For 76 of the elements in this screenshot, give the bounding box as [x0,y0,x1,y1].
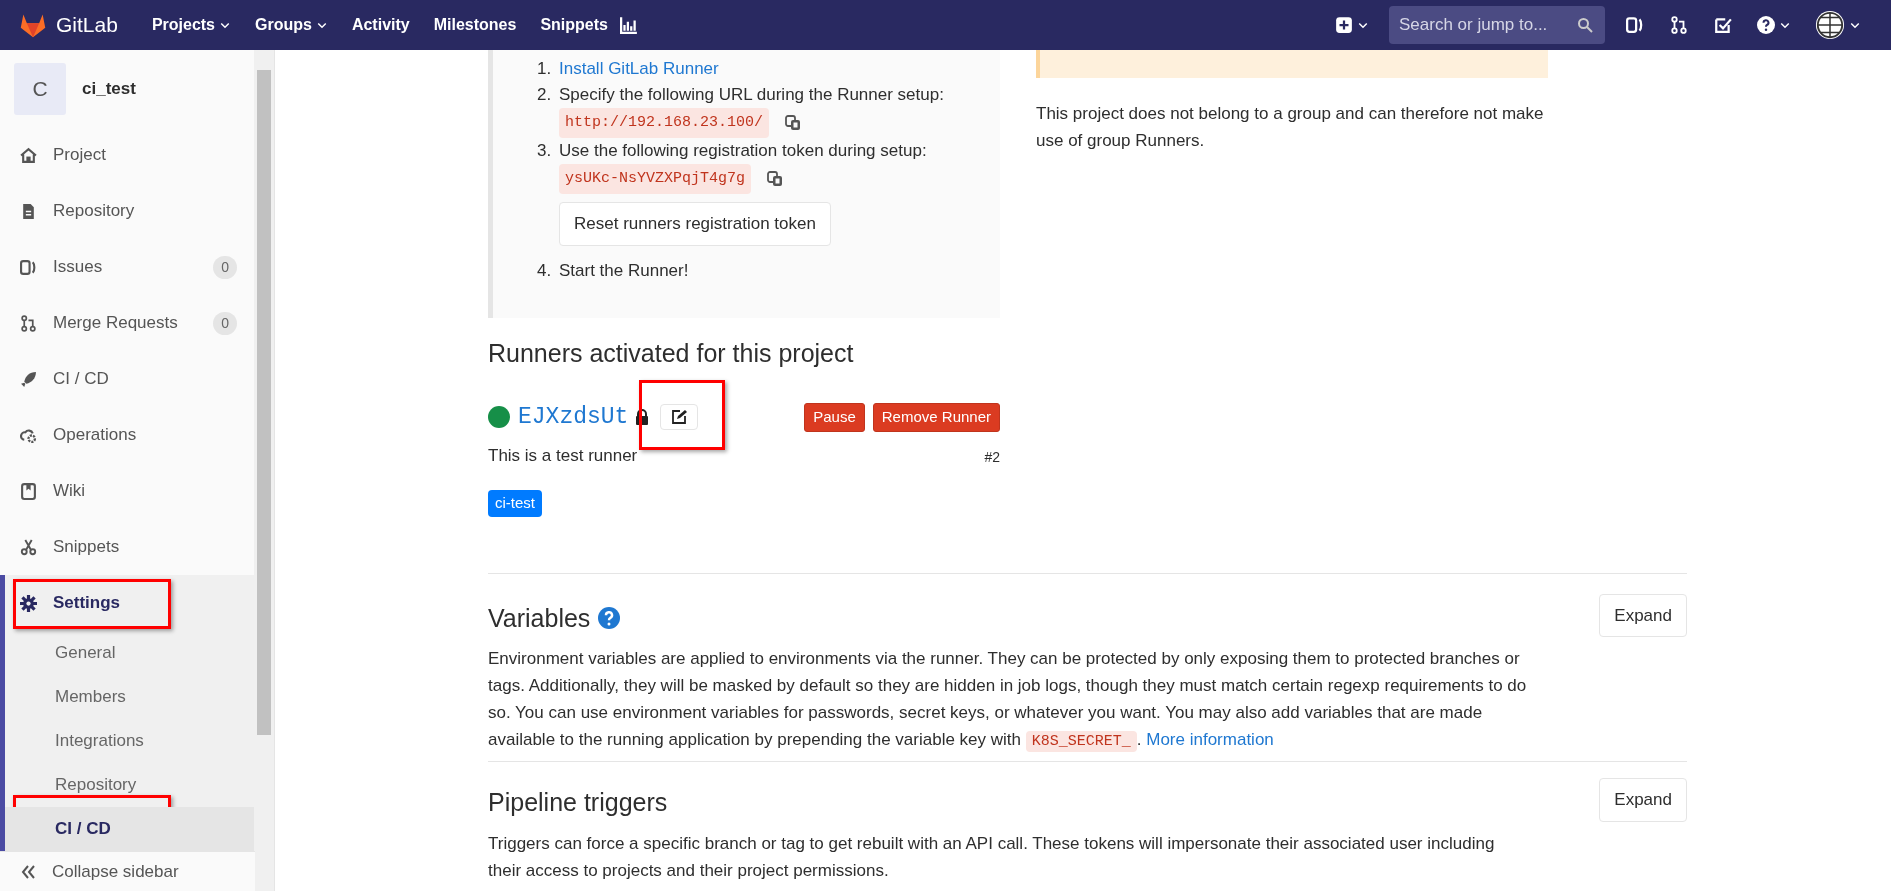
collapse-sidebar-button[interactable]: Collapse sidebar [0,851,255,891]
runner-name-link[interactable]: EJXzdsUt [518,400,629,435]
nav-link[interactable]: Snippets [528,13,620,37]
search-icon [1577,17,1593,33]
chart-icon[interactable] [619,16,638,34]
avatar-icon [1815,10,1845,40]
code-snippet: http://192.168.23.100/ [559,108,770,138]
rocket-icon [20,370,37,388]
copy-icon[interactable] [767,171,784,187]
code-snippet: ysUKc-NsYVZXPqjT4g7g [559,164,752,194]
step-text: Specify the following URL during the Runner setup: [559,85,944,104]
home-icon [20,146,37,164]
issues-icon[interactable] [1626,16,1644,34]
brand-name: GitLab [56,12,118,39]
sidebar-item[interactable]: Operations [0,407,255,463]
expand-button[interactable]: Expand [1599,593,1687,637]
section-heading: Pipeline triggers [488,787,668,818]
project-avatar: C [14,62,66,115]
scrollbar[interactable] [254,50,274,891]
count-badge: 0 [213,255,237,279]
issues-icon [20,258,37,276]
sidebar-subitem[interactable]: Integrations [5,719,255,763]
plus-square-icon [1335,16,1353,34]
search-field[interactable]: Search or jump to... [1389,6,1605,44]
sidebar-item[interactable]: Settings [5,575,255,631]
gear-icon [20,594,37,612]
step-number: 1. [537,58,553,80]
runner-action-button[interactable]: Pause [804,403,865,432]
double-chevron-icon [20,863,36,880]
section-description: Environment variables are applied to environments via the runner. They can be protected by only exposing them to protected branches or tags. Additionally, they will be masked by default so they are hidden in job logs, though they must match certain regexp requirements to do so. You can use environment variables for passwords, secret keys, or whatever you want. You may also add variables that are made available to the running application by prepending the variable key with K8S_SECRET_ . More information [488,648,1528,754]
section-description: Triggers can force a specific branch or tag to get rebuilt with an API call. These tokens will impersonate their associated user including their access to projects and their project permissions. [488,832,1496,882]
edit-icon [671,409,688,426]
edit-button[interactable] [660,404,699,431]
sidebar-item[interactable]: Wiki [0,463,255,519]
sidebar-subitem[interactable]: Repository [5,763,255,807]
section-heading: Runners activated for this project [488,338,855,368]
runner-action-button[interactable]: Remove Runner [872,403,1000,432]
section-heading: Variables [488,602,591,634]
runner-tag: ci-test [488,490,542,517]
brand-link[interactable]: GitLab [18,9,118,41]
expand-button[interactable]: Expand [1599,778,1687,822]
sidebar-item[interactable]: Issues 0 [0,239,255,295]
step-number: 3. [537,140,553,162]
step-text: Use the following registration token during setup: [559,141,927,160]
nav-link[interactable]: Projects [139,13,243,37]
merge-request-icon[interactable] [1670,16,1688,34]
runner-number: #2 [984,448,1000,467]
help-icon [1757,16,1775,34]
nav-link[interactable]: Groups [243,13,340,37]
sidebar-subitem[interactable]: General [5,631,255,675]
sidebar-subitem[interactable]: CI / CD [5,807,255,851]
nav-link[interactable]: Milestones [421,13,529,37]
step-number: 4. [537,260,553,282]
more-information-link[interactable]: More information [1146,730,1274,749]
sidebar-subitem[interactable]: Members [5,675,255,719]
reset-token-button[interactable]: Reset runners registration token [559,202,831,246]
merge-request-icon [20,314,37,332]
sidebar-item[interactable]: CI / CD [0,351,255,407]
sidebar-item[interactable]: Snippets [0,519,255,575]
install-runner-link[interactable]: Install GitLab Runner [559,59,719,78]
group-note: This project does not belong to a group and can therefore not make use of group Runners. [1036,103,1545,152]
scissors-icon [20,538,37,556]
copy-icon[interactable] [785,115,802,131]
runner-description: This is a test runner [488,444,638,467]
document-icon [20,202,37,220]
sidebar-item[interactable]: Merge Requests 0 [0,295,255,351]
step-number: 2. [537,84,553,106]
step-text: Start the Runner! [559,261,689,280]
nav-link[interactable]: Activity [339,13,422,37]
project-name[interactable]: ci_test [82,75,136,102]
sidebar-item[interactable]: Repository [0,183,255,239]
book-icon [20,482,37,500]
todo-check-icon[interactable] [1714,16,1732,34]
help-icon[interactable] [598,607,621,630]
sidebar-item[interactable]: Project [0,127,255,183]
count-badge: 0 [213,311,237,335]
